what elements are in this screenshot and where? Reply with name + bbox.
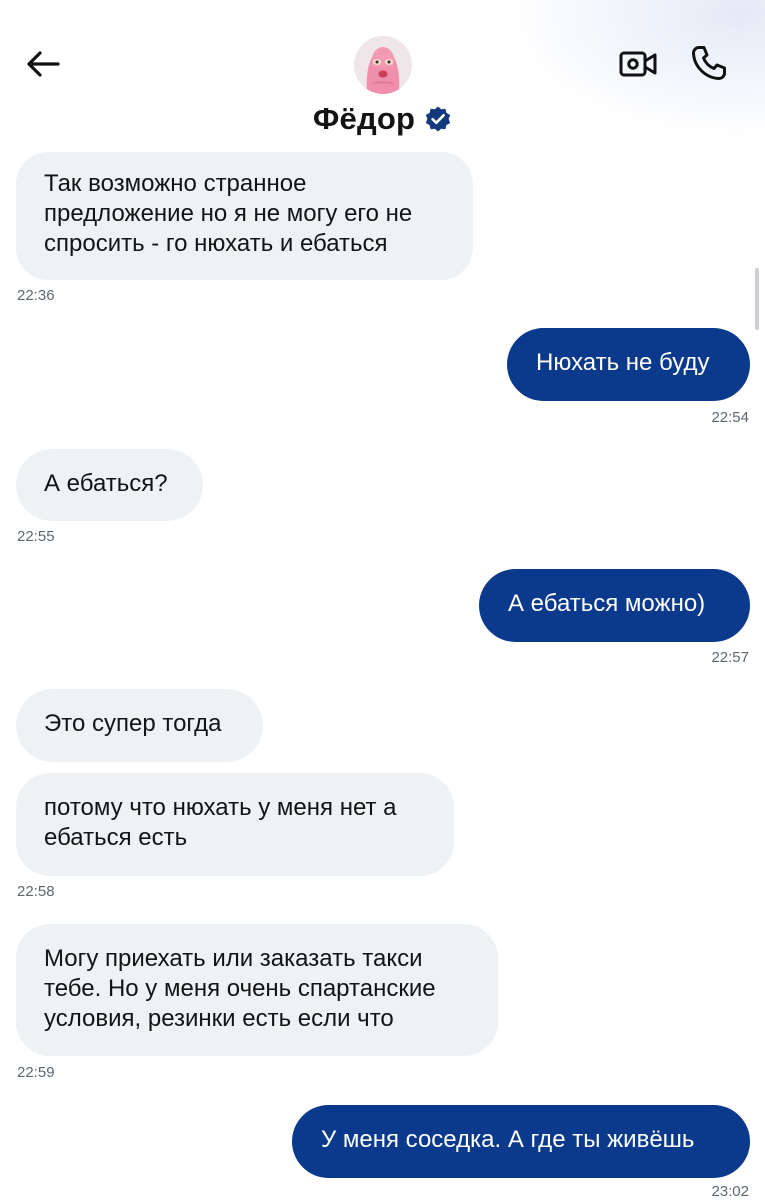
message-bubble-incoming[interactable]: А ебаться? (16, 449, 203, 521)
chat-header: Фёдор (0, 0, 765, 150)
message-bubble-outgoing[interactable]: У меня соседка. А где ты живёшь (292, 1105, 750, 1178)
message-timestamp: 22:58 (17, 883, 55, 900)
message-bubble-incoming[interactable]: Так возможно странное предложение но я н… (16, 152, 473, 280)
message-timestamp: 22:59 (17, 1064, 55, 1081)
scrollbar[interactable] (755, 268, 759, 330)
arrow-left-icon (25, 50, 61, 78)
message-timestamp: 22:54 (711, 409, 749, 426)
verified-badge-icon (424, 105, 452, 133)
message-bubble-outgoing[interactable]: А ебаться можно) (479, 569, 750, 642)
contact-name: Фёдор (312, 101, 416, 136)
message-timestamp: 22:55 (17, 528, 55, 545)
message-bubble-incoming[interactable]: Это супер тогда (16, 689, 263, 762)
contact-name-row[interactable]: Фёдор (0, 101, 765, 137)
message-timestamp: 23:02 (711, 1183, 749, 1200)
avatar[interactable] (354, 36, 412, 94)
message-timestamp: 22:57 (711, 649, 749, 666)
back-button[interactable] (22, 44, 64, 84)
message-timestamp: 22:36 (17, 287, 55, 304)
message-bubble-outgoing[interactable]: Нюхать не буду (507, 328, 750, 401)
video-call-button[interactable] (616, 44, 660, 84)
video-camera-icon (618, 48, 658, 80)
phone-icon (690, 44, 728, 82)
message-bubble-incoming[interactable]: Могу приехать или заказать такси тебе. Н… (16, 924, 498, 1056)
voice-call-button[interactable] (688, 42, 730, 84)
message-bubble-incoming[interactable]: потому что нюхать у меня нет а ебаться е… (16, 773, 454, 876)
